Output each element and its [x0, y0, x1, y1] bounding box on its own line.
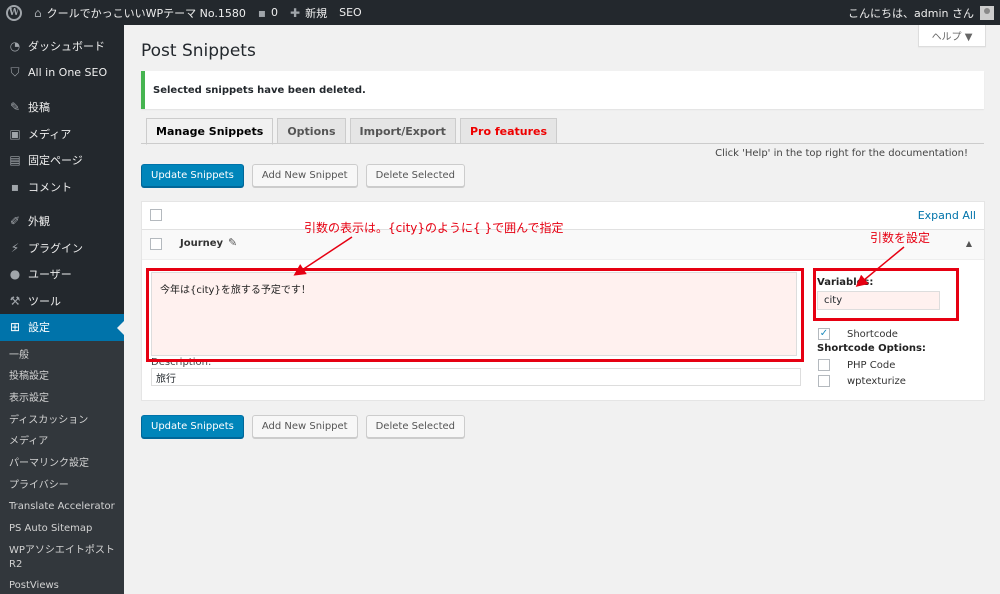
expand-all-link[interactable]: Expand All	[918, 209, 976, 222]
wordpress-logo-icon: W	[6, 4, 22, 21]
sidebar-item-comments[interactable]: ▪ コメント	[0, 174, 124, 201]
new-label: 新規	[305, 6, 328, 20]
delete-selected-button[interactable]: Delete Selected	[365, 164, 465, 187]
wrench-icon: ⚒	[9, 293, 21, 308]
pencil-icon[interactable]: ✎	[228, 236, 237, 249]
update-snippets-button-bottom[interactable]: Update Snippets	[141, 415, 244, 438]
snippet-checkbox[interactable]	[150, 238, 162, 250]
submenu-item-discussion[interactable]: ディスカッション	[0, 410, 124, 432]
bottom-button-row: Update Snippets Add New Snippet Delete S…	[141, 415, 473, 438]
comment-icon: ▪	[10, 179, 20, 194]
top-button-row: Update Snippets Add New Snippet Delete S…	[141, 164, 473, 187]
shortcode-options-label: Shortcode Options:	[817, 343, 926, 354]
sidebar-item-all-in-one-seo[interactable]: ⛉ All in One SEO	[0, 60, 124, 87]
variables-highlight-box	[813, 268, 959, 321]
submenu-item-media[interactable]: メディア	[0, 431, 124, 453]
sidebar-item-users[interactable]: ● ユーザー	[0, 261, 124, 288]
php-code-checkbox[interactable]	[818, 359, 830, 371]
site-name-link[interactable]: ⌂ クールでかっこいいWPテーマ No.1580	[28, 0, 252, 25]
site-name: クールでかっこいいWPテーマ No.1580	[46, 6, 246, 20]
media-icon: ▣	[9, 126, 21, 141]
shortcode-checkbox[interactable]: ✓	[818, 328, 830, 340]
wp-logo-menu[interactable]: W	[0, 0, 28, 25]
settings-submenu: 一般 投稿設定 表示設定 ディスカッション メディア パーマリンク設定 プライバ…	[0, 340, 124, 594]
avatar	[980, 5, 994, 20]
seo-label: SEO	[339, 6, 362, 19]
page-icon: ▤	[9, 153, 21, 168]
submenu-item-translate-accelerator[interactable]: Translate Accelerator	[0, 496, 124, 518]
submenu-item-privacy[interactable]: プライバシー	[0, 475, 124, 497]
submenu-item-ps-auto-sitemap[interactable]: PS Auto Sitemap	[0, 518, 124, 540]
wptexturize-checkbox[interactable]	[818, 375, 830, 387]
dashboard-icon: ◔	[9, 39, 21, 54]
delete-selected-button-bottom[interactable]: Delete Selected	[365, 415, 465, 438]
vars-annotation-text: 引数を設定	[870, 231, 931, 245]
nav-tabs: Manage Snippets Options Import/Export Pr…	[146, 118, 561, 145]
greeting: こんにちは、admin さん	[848, 6, 974, 20]
add-new-snippet-button-bottom[interactable]: Add New Snippet	[251, 415, 358, 438]
submenu-item-writing[interactable]: 投稿設定	[0, 366, 124, 388]
submenu-item-general[interactable]: 一般	[0, 345, 124, 367]
sidebar-item-tools[interactable]: ⚒ ツール	[0, 288, 124, 315]
help-tab-button[interactable]: ヘルプ ▼	[918, 25, 986, 47]
sidebar-item-dashboard[interactable]: ◔ ダッシュボード	[0, 33, 124, 60]
select-all-checkbox[interactable]	[150, 209, 162, 221]
seo-link[interactable]: SEO	[333, 0, 368, 25]
admin-bar: W ⌂ クールでかっこいいWPテーマ No.1580 ▪ 0 ✚ 新規 SEO こんに…	[0, 0, 1000, 25]
comment-icon: ▪	[257, 5, 267, 20]
my-account-link[interactable]: こんにちは、admin さん	[842, 0, 1000, 25]
admin-sidebar: ◔ ダッシュボード ⛉ All in One SEO ✎ 投稿 ▣ メディア ▤ 固定ペー…	[0, 25, 124, 594]
sidebar-item-pages[interactable]: ▤ 固定ページ	[0, 147, 124, 174]
tab-import-export[interactable]: Import/Export	[349, 118, 456, 144]
shortcode-label: Shortcode	[847, 328, 898, 340]
args-annotation-text: 引数の表示は。{city}のように{ }で囲んで指定	[304, 221, 564, 235]
success-notice: Selected snippets have been deleted.	[141, 71, 984, 109]
user-icon: ●	[9, 267, 21, 282]
submenu-item-postviews[interactable]: PostViews	[0, 575, 124, 594]
collapse-arrow-icon[interactable]: ▲	[966, 239, 972, 248]
sidebar-item-plugins[interactable]: ⚡ プラグイン	[0, 235, 124, 262]
submenu-item-wp-associate-post[interactable]: WPアソシエイトポスト R2	[0, 540, 124, 575]
home-icon: ⌂	[34, 5, 42, 20]
comments-link[interactable]: ▪ 0	[252, 0, 284, 25]
sidebar-item-settings[interactable]: ⊞ 設定	[0, 314, 124, 341]
comments-count: 0	[271, 6, 279, 19]
code-highlight-box	[146, 268, 804, 362]
sidebar-item-appearance[interactable]: ✐ 外観	[0, 208, 124, 235]
shortcode-option: ✓ Shortcode	[818, 328, 898, 340]
plus-icon: ✚	[290, 5, 301, 20]
description-input[interactable]: 旅行	[151, 368, 801, 386]
wptexturize-option: wptexturize	[818, 375, 906, 387]
php-code-option: PHP Code	[818, 359, 895, 371]
submenu-item-reading[interactable]: 表示設定	[0, 388, 124, 410]
settings-icon: ⊞	[9, 320, 21, 335]
php-code-label: PHP Code	[847, 359, 896, 371]
plugin-icon: ⚡	[10, 240, 20, 255]
wptexturize-label: wptexturize	[847, 375, 906, 387]
tab-pro-features[interactable]: Pro features	[459, 118, 558, 144]
brush-icon: ✐	[9, 214, 21, 229]
sidebar-item-media[interactable]: ▣ メディア	[0, 121, 124, 148]
shield-icon: ⛉	[10, 65, 20, 80]
pin-icon: ✎	[9, 100, 21, 115]
snippet-name[interactable]: Journey	[180, 238, 223, 249]
tab-options[interactable]: Options	[277, 118, 346, 144]
page-title: Post Snippets	[141, 41, 256, 61]
new-content-link[interactable]: ✚ 新規	[284, 0, 333, 25]
sidebar-item-posts[interactable]: ✎ 投稿	[0, 94, 124, 121]
submenu-item-permalinks[interactable]: パーマリンク設定	[0, 453, 124, 475]
add-new-snippet-button[interactable]: Add New Snippet	[251, 164, 358, 187]
tabs-divider	[141, 143, 984, 144]
notice-text: Selected snippets have been deleted.	[153, 84, 366, 96]
tab-manage-snippets[interactable]: Manage Snippets	[146, 118, 274, 145]
help-note: Click 'Help' in the top right for the do…	[715, 148, 968, 159]
update-snippets-button[interactable]: Update Snippets	[141, 164, 244, 187]
